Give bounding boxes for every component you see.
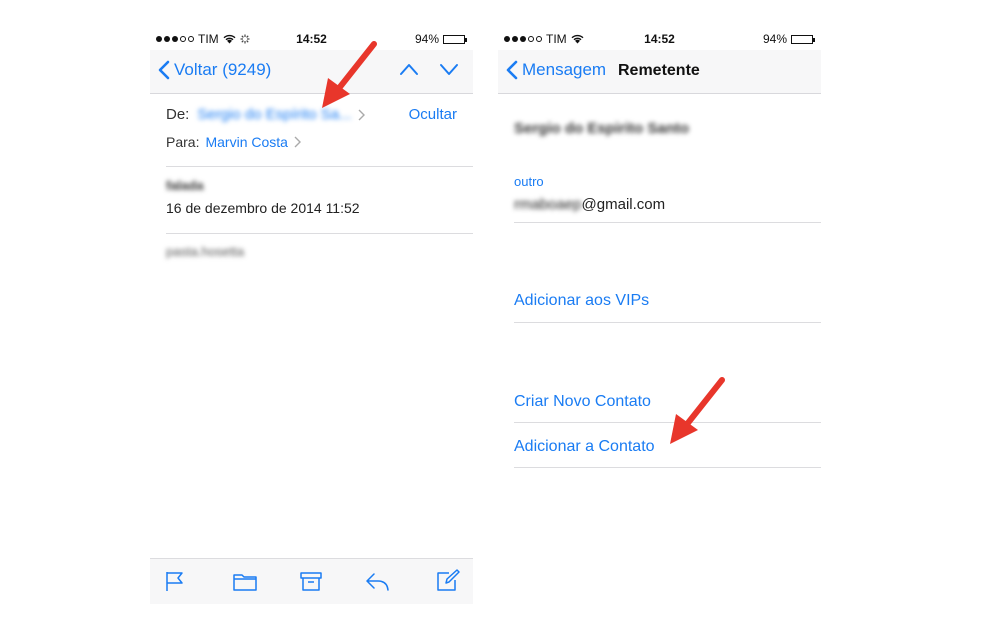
chevron-left-icon — [506, 60, 518, 80]
divider — [514, 222, 821, 223]
hide-button[interactable]: Ocultar — [409, 106, 457, 123]
annotation-arrow-icon — [322, 41, 377, 108]
divider — [166, 233, 473, 234]
right-screen: TIM 14:52 94% Mensagem Remetente Sergio … — [498, 28, 821, 604]
message-date: 16 de dezembro de 2014 11:52 — [166, 200, 360, 216]
to-row: Para: Marvin Costa — [166, 134, 301, 150]
back-button[interactable]: Voltar (9249) — [158, 60, 271, 80]
compose-icon[interactable] — [435, 569, 461, 593]
battery-icon — [791, 34, 815, 44]
left-screen: TIM 14:52 94% Voltar (9249) De: Sergio d… — [150, 28, 473, 604]
divider — [514, 467, 821, 468]
create-new-contact-button[interactable]: Criar Novo Contato — [514, 393, 651, 411]
back-label: Voltar (9249) — [174, 60, 272, 79]
status-bar: TIM 14:52 94% — [498, 28, 821, 50]
battery-icon — [443, 34, 467, 44]
email-type-label: outro — [514, 174, 544, 189]
annotation-arrow-icon — [670, 377, 725, 444]
to-label: Para: — [166, 134, 200, 150]
email-user: rmaboaep — [514, 196, 582, 213]
navigation-bar: Mensagem Remetente — [498, 50, 821, 94]
status-bar: TIM 14:52 94% — [150, 28, 473, 50]
folder-icon[interactable] — [232, 569, 258, 593]
email-domain: @gmail.com — [581, 196, 666, 213]
divider — [166, 166, 473, 167]
chevron-left-icon — [158, 60, 170, 80]
chevron-up-icon[interactable] — [399, 62, 419, 76]
message-body: pasta.hosetta — [166, 244, 245, 259]
divider — [514, 322, 821, 323]
battery-percent: 94% — [414, 32, 439, 46]
email-address[interactable]: rmaboaep @gmail.com — [514, 196, 665, 213]
archive-icon[interactable] — [298, 569, 324, 593]
battery-percent: 94% — [762, 32, 787, 46]
add-to-vips-button[interactable]: Adicionar aos VIPs — [514, 292, 649, 310]
from-label: De: — [166, 106, 190, 123]
page-title: Remetente — [618, 62, 700, 79]
add-to-contact-button[interactable]: Adicionar a Contato — [514, 438, 655, 456]
navigation-bar: Voltar (9249) — [150, 50, 473, 94]
back-button[interactable]: Mensagem — [506, 60, 606, 80]
reply-icon[interactable] — [364, 569, 390, 593]
back-label: Mensagem — [522, 60, 607, 79]
to-recipient[interactable]: Marvin Costa — [205, 134, 287, 150]
chevron-down-icon[interactable] — [439, 62, 459, 76]
contact-name: Sergio do Espirito Santo — [514, 120, 690, 137]
bottom-toolbar — [150, 558, 473, 604]
flag-icon[interactable] — [162, 569, 188, 593]
chevron-right-icon — [294, 136, 301, 148]
message-subject: falada — [166, 178, 204, 193]
